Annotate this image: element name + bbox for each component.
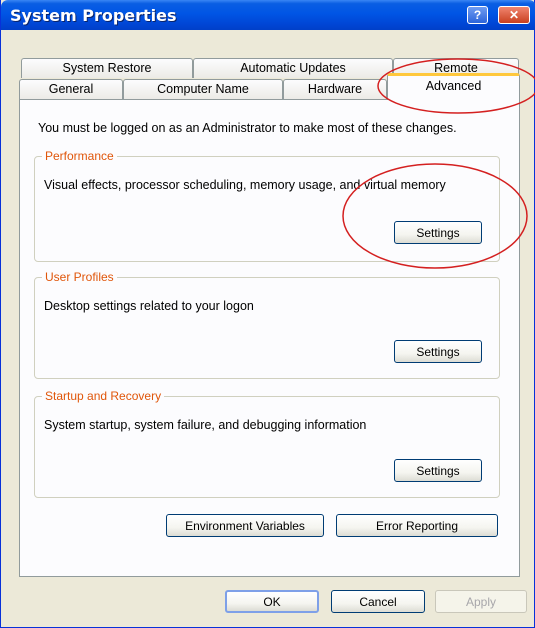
tab-label: Advanced xyxy=(425,79,482,93)
close-button[interactable]: ✕ xyxy=(498,6,530,24)
tab-label: General xyxy=(48,82,94,96)
error-reporting-button[interactable]: Error Reporting xyxy=(336,514,498,537)
user-profiles-settings-button[interactable]: Settings xyxy=(394,340,482,363)
user-profiles-group: User Profiles Desktop settings related t… xyxy=(34,270,500,379)
tab-system-restore[interactable]: System Restore xyxy=(21,58,193,78)
user-profiles-group-label: User Profiles xyxy=(42,270,117,284)
title-bar[interactable]: System Properties ? ✕ xyxy=(1,0,535,30)
startup-recovery-group-label: Startup and Recovery xyxy=(42,389,165,403)
system-properties-window: System Properties ? ✕ System Restore Aut… xyxy=(0,0,535,628)
performance-description: Visual effects, processor scheduling, me… xyxy=(44,178,446,192)
startup-recovery-settings-button[interactable]: Settings xyxy=(394,459,482,482)
tab-computer-name[interactable]: Computer Name xyxy=(123,79,283,99)
close-icon: ✕ xyxy=(508,8,520,22)
environment-variables-button[interactable]: Environment Variables xyxy=(166,514,324,537)
help-icon: ? xyxy=(473,8,482,22)
tab-automatic-updates[interactable]: Automatic Updates xyxy=(193,58,393,78)
performance-settings-button[interactable]: Settings xyxy=(394,221,482,244)
startup-recovery-description: System startup, system failure, and debu… xyxy=(44,418,367,432)
performance-group: Performance Visual effects, processor sc… xyxy=(34,149,500,262)
window-title: System Properties xyxy=(10,6,177,25)
tab-label: Computer Name xyxy=(157,82,249,96)
ok-button[interactable]: OK xyxy=(225,590,319,613)
apply-button[interactable]: Apply xyxy=(435,590,527,613)
performance-group-label: Performance xyxy=(42,149,117,163)
tab-label: Automatic Updates xyxy=(240,61,346,75)
advanced-tab-panel: You must be logged on as an Administrato… xyxy=(19,99,520,577)
tab-advanced[interactable]: Advanced xyxy=(387,73,520,100)
startup-recovery-group: Startup and Recovery System startup, sys… xyxy=(34,389,500,498)
tab-label: Hardware xyxy=(307,82,363,96)
cancel-button[interactable]: Cancel xyxy=(331,590,425,613)
help-button[interactable]: ? xyxy=(467,6,488,24)
tab-label: System Restore xyxy=(62,61,152,75)
user-profiles-description: Desktop settings related to your logon xyxy=(44,299,254,313)
admin-notice: You must be logged on as an Administrato… xyxy=(38,121,457,135)
tab-hardware[interactable]: Hardware xyxy=(283,79,387,99)
tab-general[interactable]: General xyxy=(19,79,123,99)
